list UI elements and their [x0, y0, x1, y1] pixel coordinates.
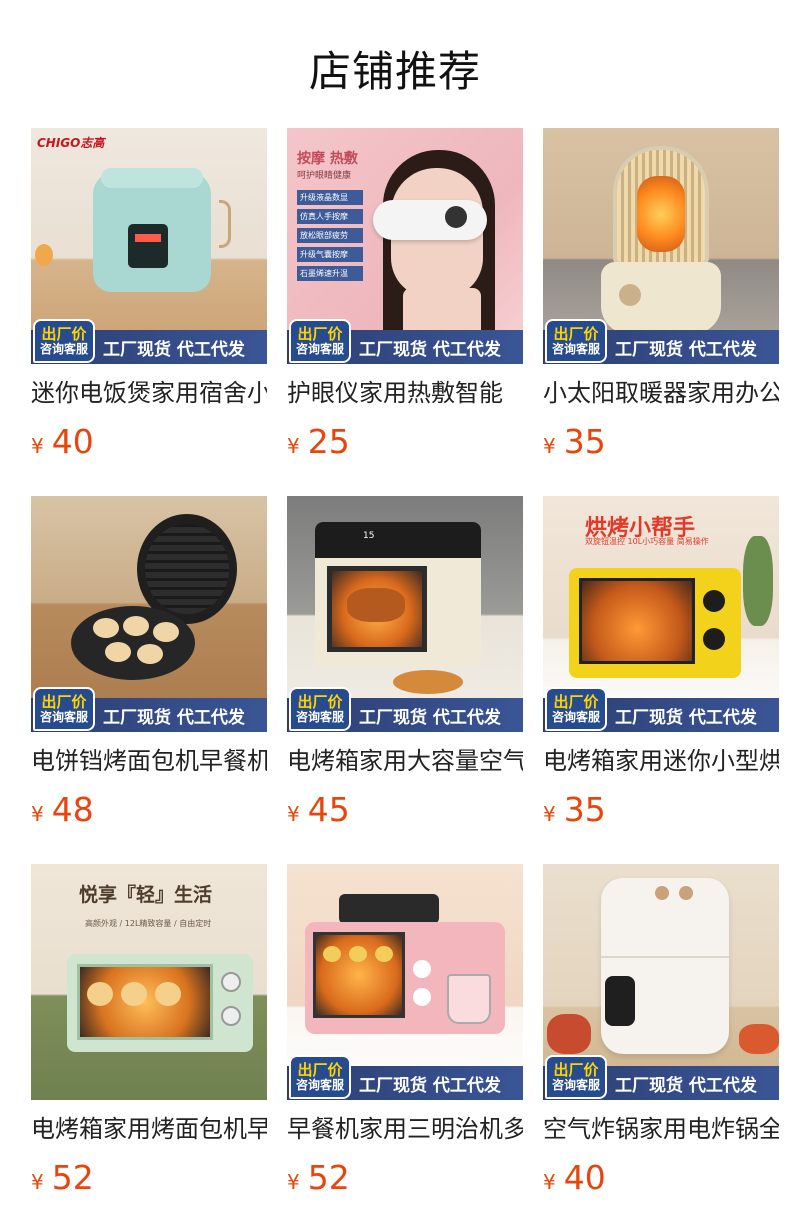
promo-bar: 出厂价 咨询客服 工厂现货 代工代发 [31, 319, 267, 364]
promo-bar: 出厂价 咨询客服 工厂现货 代工代发 [543, 687, 779, 732]
product-price: ¥ 25 [287, 422, 350, 461]
factory-price-badge: 出厂价 咨询客服 [289, 319, 351, 363]
product-price: ¥ 35 [543, 790, 606, 829]
product-card[interactable]: 出厂价 咨询客服 工厂现货 代工代发 早餐机家用三明治机多功能 ¥ 52 [287, 864, 523, 1204]
promo-bar: 出厂价 咨询客服 工厂现货 代工代发 [543, 319, 779, 364]
factory-price-badge: 出厂价 咨询客服 [289, 687, 351, 731]
factory-price-badge: 出厂价 咨询客服 [545, 687, 607, 731]
promo-text: 工厂现货 代工代发 [103, 339, 245, 360]
promo-bar: 出厂价 咨询客服 工厂现货 代工代发 [31, 687, 267, 732]
product-name[interactable]: 电饼铛烤面包机早餐机 [31, 744, 267, 778]
product-name[interactable]: 电烤箱家用烤面包机早餐 [31, 1112, 267, 1146]
promo-text: 工厂现货 代工代发 [359, 339, 501, 360]
promo-text: 工厂现货 代工代发 [359, 1075, 501, 1096]
image-headline: 按摩 热敷 [297, 151, 358, 167]
product-card[interactable]: 悦享『轻』生活 高颜外观 / 12L精致容量 / 自由定时 电烤箱家用烤面包机早… [31, 864, 267, 1204]
product-name[interactable]: 电烤箱家用迷你小型烘焙 [543, 744, 779, 778]
product-card[interactable]: CHIGO志高 出厂价 咨询客服 工厂现货 代工代发 迷你电饭煲家用宿舍小型 ¥… [31, 128, 267, 468]
image-subheadline: 高颜外观 / 12L精致容量 / 自由定时 [85, 919, 212, 928]
product-card[interactable]: 出厂价 咨询客服 工厂现货 代工代发 小太阳取暖器家用办公室 ¥ 35 [543, 128, 779, 468]
promo-text: 工厂现货 代工代发 [615, 339, 757, 360]
factory-price-badge: 出厂价 咨询客服 [545, 319, 607, 363]
product-name[interactable]: 迷你电饭煲家用宿舍小型 [31, 376, 267, 410]
product-card[interactable]: 15 出厂价 咨询客服 工厂现货 代工代发 电烤箱家用大容量空气炸 ¥ 45 [287, 496, 523, 836]
product-price: ¥ 52 [287, 1158, 350, 1197]
product-price: ¥ 48 [31, 790, 94, 829]
image-headline: 悦享『轻』生活 [79, 884, 213, 906]
promo-bar: 出厂价 咨询客服 工厂现货 代工代发 [287, 1055, 523, 1100]
product-name[interactable]: 电烤箱家用大容量空气炸 [287, 744, 523, 778]
product-price: ¥ 45 [287, 790, 350, 829]
product-price: ¥ 40 [543, 1158, 606, 1197]
factory-price-badge: 出厂价 咨询客服 [33, 687, 95, 731]
image-subheadline: 呵护眼睛健康 [297, 171, 352, 181]
product-card[interactable]: 出厂价 咨询客服 工厂现货 代工代发 空气炸锅家用电炸锅全自动 ¥ 40 [543, 864, 779, 1204]
promo-bar: 出厂价 咨询客服 工厂现货 代工代发 [287, 319, 523, 364]
product-price: ¥ 52 [31, 1158, 94, 1197]
product-price: ¥ 35 [543, 422, 606, 461]
brand-logo: CHIGO志高 [37, 136, 105, 150]
product-name[interactable]: 小太阳取暖器家用办公室 [543, 376, 779, 410]
factory-price-badge: 出厂价 咨询客服 [289, 1055, 351, 1099]
product-name[interactable]: 护眼仪家用热敷智能 [287, 376, 523, 410]
promo-bar: 出厂价 咨询客服 工厂现货 代工代发 [287, 687, 523, 732]
factory-price-badge: 出厂价 咨询客服 [545, 1055, 607, 1099]
promo-text: 工厂现货 代工代发 [359, 707, 501, 728]
product-price: ¥ 40 [31, 422, 94, 461]
product-name[interactable]: 空气炸锅家用电炸锅全自动 [543, 1112, 779, 1146]
promo-bar: 出厂价 咨询客服 工厂现货 代工代发 [543, 1055, 779, 1100]
product-card[interactable]: 出厂价 咨询客服 工厂现货 代工代发 电饼铛烤面包机早餐机 ¥ 48 [31, 496, 267, 836]
promo-text: 工厂现货 代工代发 [103, 707, 245, 728]
promo-text: 工厂现货 代工代发 [615, 707, 757, 728]
image-subheadline: 双旋钮温控 10L小巧容量 简易操作 [585, 537, 709, 546]
feature-list: 升级液晶数显 仿真人手按摩 放松眼部疲劳 升级气囊按摩 石墨烯速升温 [297, 190, 363, 281]
product-card[interactable]: 按摩 热敷 呵护眼睛健康 升级液晶数显 仿真人手按摩 放松眼部疲劳 升级气囊按摩… [287, 128, 523, 468]
product-name[interactable]: 早餐机家用三明治机多功能 [287, 1112, 523, 1146]
product-card[interactable]: 烘烤小帮手 双旋钮温控 10L小巧容量 简易操作 出厂价 咨询客服 工厂现货 代… [543, 496, 779, 836]
product-image[interactable]: 悦享『轻』生活 高颜外观 / 12L精致容量 / 自由定时 [31, 864, 267, 1100]
factory-price-badge: 出厂价 咨询客服 [33, 319, 95, 363]
oven-display: 15 [363, 531, 375, 541]
promo-text: 工厂现货 代工代发 [615, 1075, 757, 1096]
page-title: 店铺推荐 [308, 47, 481, 96]
